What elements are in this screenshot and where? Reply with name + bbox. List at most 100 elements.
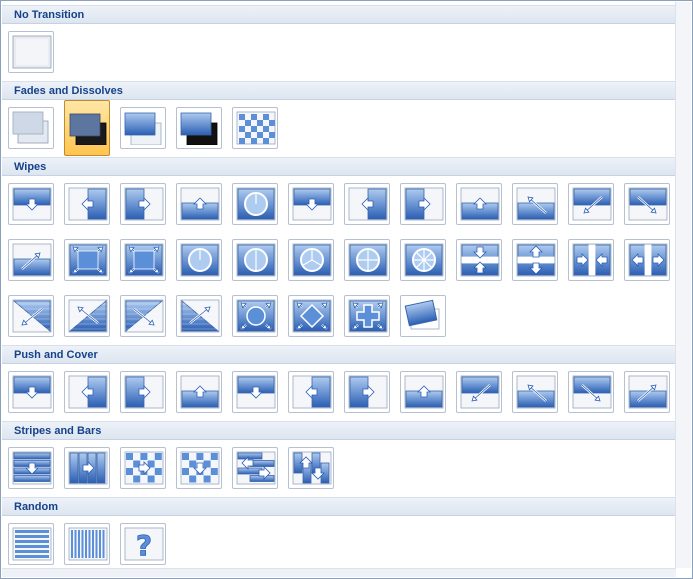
cover-right-down-icon — [572, 375, 612, 409]
transition-uncover-left[interactable] — [344, 183, 390, 225]
transition-split-vertical-in[interactable] — [568, 239, 614, 281]
uncover-right-icon — [404, 187, 444, 221]
wipe-left-icon — [68, 187, 108, 221]
wipe-up-icon — [180, 187, 220, 221]
transition-cover-right-up[interactable] — [624, 371, 670, 413]
strips-right-up-icon — [180, 299, 220, 333]
transition-box-out[interactable] — [120, 239, 166, 281]
transition-cover-down[interactable] — [232, 371, 278, 413]
transition-wheel-clockwise-4[interactable] — [232, 183, 278, 225]
cover-left-down-icon — [460, 375, 500, 409]
transition-wipe-down[interactable] — [8, 183, 54, 225]
gallery-scroll-area: No Transition Fades and Dissolves Wipes Pus… — [2, 2, 676, 568]
cover-down-icon — [236, 375, 276, 409]
vertical-scrollbar[interactable] — [675, 2, 691, 568]
transition-cover-right[interactable] — [344, 371, 390, 413]
transition-comb-vertical[interactable] — [288, 447, 334, 489]
transition-wipe-right[interactable] — [120, 183, 166, 225]
wipe-down-icon — [12, 187, 52, 221]
transition-no-transition[interactable] — [8, 31, 54, 73]
transition-strips-left-down[interactable] — [8, 295, 54, 337]
wheel-3-icon — [292, 243, 332, 277]
transition-comb-horizontal[interactable] — [232, 447, 278, 489]
uncover-down-icon — [292, 187, 332, 221]
blinds-horizontal-icon — [12, 451, 52, 485]
transition-wheel-2[interactable] — [232, 239, 278, 281]
uncover-up-icon — [460, 187, 500, 221]
section-header: Wipes — [2, 157, 676, 176]
transition-cover-left-down[interactable] — [456, 371, 502, 413]
transition-blinds-vertical[interactable] — [64, 447, 110, 489]
transition-split-horizontal-in[interactable] — [456, 239, 502, 281]
transition-push-left[interactable] — [64, 371, 110, 413]
cover-right-up-icon — [628, 375, 668, 409]
svg-text:?: ? — [136, 529, 152, 561]
section-header: Random — [2, 497, 676, 516]
shape-circle-icon — [236, 299, 276, 333]
transition-wipe-left[interactable] — [64, 183, 110, 225]
fade-through-black-icon — [69, 113, 107, 145]
transition-uncover-right-up[interactable] — [8, 239, 54, 281]
random-transition-icon: ? — [124, 527, 164, 561]
uncover-right-up-icon — [12, 243, 52, 277]
transition-shape-circle[interactable] — [232, 295, 278, 337]
transition-random-bars-horizontal[interactable] — [8, 523, 54, 565]
random-bars-vertical-icon — [68, 527, 108, 561]
transition-uncover-down[interactable] — [288, 183, 334, 225]
cut-icon — [124, 112, 162, 145]
transition-cover-up[interactable] — [400, 371, 446, 413]
transition-dissolve[interactable] — [232, 107, 278, 149]
transition-cut-through-black[interactable] — [176, 107, 222, 149]
transition-shape-diamond[interactable] — [288, 295, 334, 337]
transition-strips-right-up[interactable] — [176, 295, 222, 337]
transition-cover-left-up[interactable] — [512, 371, 558, 413]
transition-blinds-horizontal[interactable] — [8, 447, 54, 489]
transition-cut[interactable] — [120, 107, 166, 149]
transition-newsflash[interactable] — [400, 295, 446, 337]
transition-wipe-up[interactable] — [176, 183, 222, 225]
uncover-right-down-icon — [628, 187, 668, 221]
split-vertical-out-icon — [628, 243, 668, 277]
transition-push-right[interactable] — [120, 371, 166, 413]
transition-wheel-4[interactable] — [344, 239, 390, 281]
transition-uncover-right[interactable] — [400, 183, 446, 225]
transition-box-in[interactable] — [64, 239, 110, 281]
push-left-icon — [68, 375, 108, 409]
transition-cover-left[interactable] — [288, 371, 334, 413]
strips-right-down-icon — [124, 299, 164, 333]
transition-shape-plus[interactable] — [344, 295, 390, 337]
transition-push-down[interactable] — [8, 371, 54, 413]
comb-vertical-icon — [292, 451, 332, 485]
transition-split-vertical-out[interactable] — [624, 239, 670, 281]
transition-random-bars-vertical[interactable] — [64, 523, 110, 565]
checkerboard-across-icon — [124, 451, 164, 485]
transition-fade-smoothly[interactable] — [8, 107, 54, 149]
transition-uncover-right-down[interactable] — [624, 183, 670, 225]
section-header: No Transition — [2, 5, 676, 24]
transition-strips-right-down[interactable] — [120, 295, 166, 337]
horizontal-scrollbar[interactable] — [2, 568, 676, 577]
cut-through-black-icon — [180, 112, 218, 145]
strips-left-up-icon — [68, 299, 108, 333]
fade-smoothly-icon — [12, 111, 49, 144]
transition-checkerboard-across[interactable] — [120, 447, 166, 489]
transition-uncover-up[interactable] — [456, 183, 502, 225]
uncover-left-up-icon — [516, 187, 556, 221]
transition-wheel-3[interactable] — [288, 239, 334, 281]
no-transition-icon — [12, 35, 52, 69]
transition-uncover-left-down[interactable] — [568, 183, 614, 225]
transition-random-transition[interactable]: ? — [120, 523, 166, 565]
transition-wheel-8[interactable] — [400, 239, 446, 281]
transition-checkerboard-down[interactable] — [176, 447, 222, 489]
box-out-icon — [124, 243, 164, 277]
transition-split-horizontal-out[interactable] — [512, 239, 558, 281]
transition-push-up[interactable] — [176, 371, 222, 413]
transition-fade-through-black[interactable] — [64, 100, 110, 156]
section-header: Fades and Dissolves — [2, 81, 676, 100]
transition-uncover-left-up[interactable] — [512, 183, 558, 225]
transition-strips-left-up[interactable] — [64, 295, 110, 337]
transition-cover-right-down[interactable] — [568, 371, 614, 413]
cover-left-icon — [292, 375, 332, 409]
transition-wheel-1[interactable] — [176, 239, 222, 281]
shape-plus-icon — [348, 299, 388, 333]
